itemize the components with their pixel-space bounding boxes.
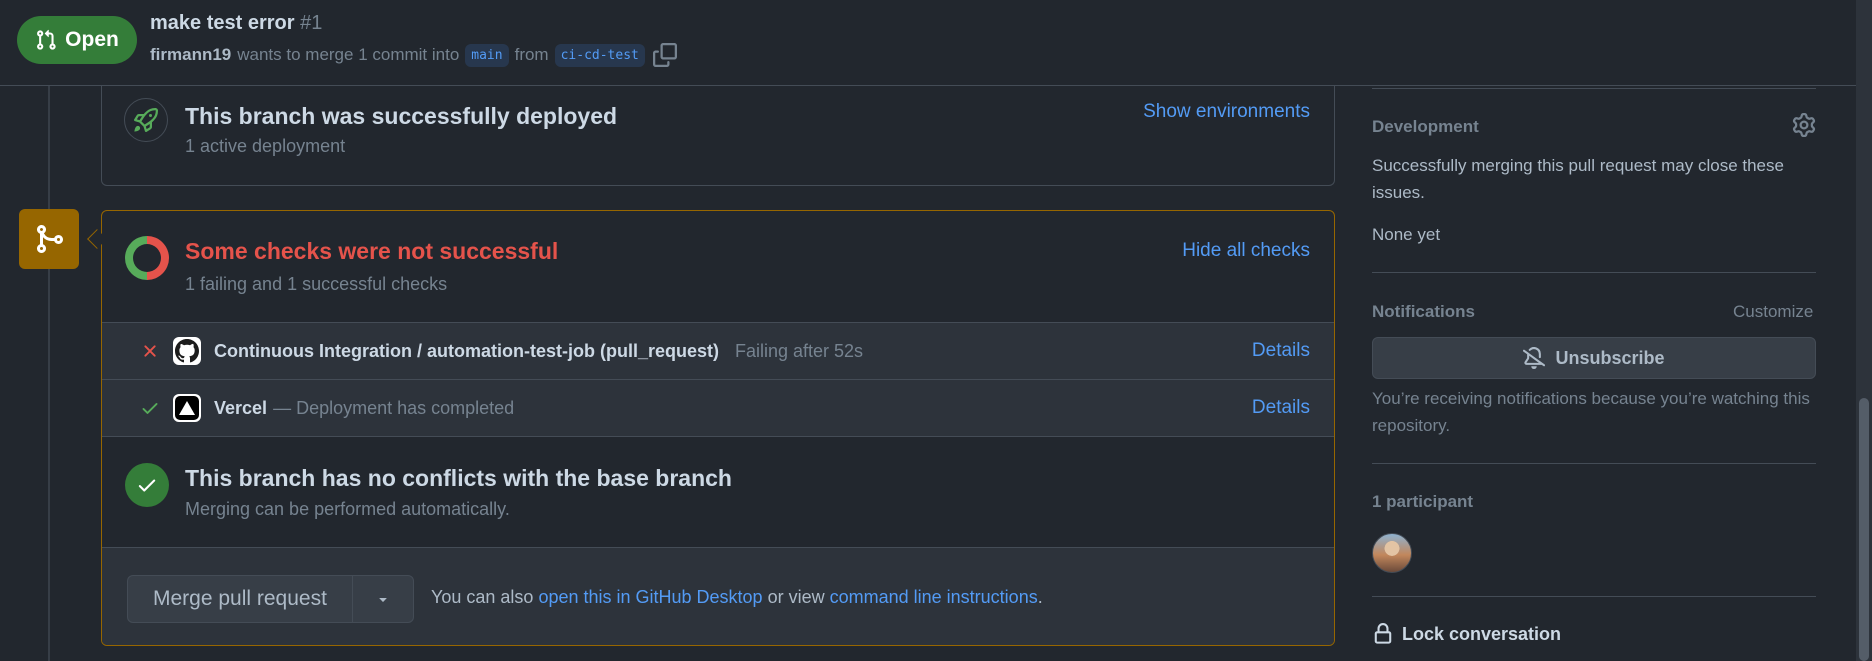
development-empty: None yet bbox=[1372, 225, 1441, 244]
development-description: Successfully merging this pull request m… bbox=[1372, 156, 1784, 202]
timeline-line bbox=[48, 86, 50, 661]
x-icon bbox=[133, 341, 167, 361]
gear-icon[interactable] bbox=[1792, 113, 1816, 137]
command-line-instructions-link[interactable]: command line instructions bbox=[830, 587, 1038, 607]
git-pull-request-icon bbox=[37, 29, 56, 50]
hide-all-checks-link[interactable]: Hide all checks bbox=[1182, 240, 1310, 262]
merge-hint-suffix: . bbox=[1037, 587, 1043, 607]
no-conflicts-title: This branch has no conflicts with the ba… bbox=[185, 465, 732, 491]
git-merge-status-icon bbox=[19, 209, 79, 269]
check-row-ci: Continuous Integration / automation-test… bbox=[102, 322, 1334, 379]
check-row-vercel: Vercel — Deployment has completed Detail… bbox=[102, 379, 1334, 436]
base-branch-label[interactable]: main bbox=[465, 43, 509, 67]
participant-avatar[interactable] bbox=[1372, 533, 1412, 573]
bell-slash-icon bbox=[1523, 347, 1546, 369]
deployment-subtitle: 1 active deployment bbox=[185, 136, 346, 156]
checks-subtitle: 1 failing and 1 successful checks bbox=[185, 274, 448, 294]
pr-title-text: make test error bbox=[150, 12, 295, 34]
pr-meta: firmann19 wants to merge 1 commit into m… bbox=[150, 43, 677, 67]
unsubscribe-button[interactable]: Unsubscribe bbox=[1372, 337, 1816, 379]
deployment-box: This branch was successfully deployed 1 … bbox=[101, 86, 1335, 186]
lock-conversation-label: Lock conversation bbox=[1402, 623, 1562, 644]
check-name: Continuous Integration / automation-test… bbox=[214, 340, 719, 361]
pr-state-label: Open bbox=[65, 28, 119, 51]
merge-options-dropdown[interactable] bbox=[353, 576, 413, 622]
merge-actions: Merge pull request You can also open thi… bbox=[102, 547, 1334, 645]
pr-author-link[interactable]: firmann19 bbox=[150, 45, 231, 65]
deployment-title: This branch was successfully deployed bbox=[185, 103, 618, 129]
customize-notifications-link[interactable]: Customize bbox=[1733, 302, 1813, 322]
check-details-link[interactable]: Details bbox=[1252, 397, 1310, 419]
sidebar-divider bbox=[1372, 272, 1816, 273]
check-description: — Deployment has completed bbox=[273, 397, 515, 418]
vercel-icon bbox=[173, 394, 201, 422]
pr-merge-text: wants to merge 1 commit into bbox=[237, 45, 460, 64]
head-branch-label[interactable]: ci-cd-test bbox=[554, 43, 645, 67]
checks-title: Some checks were not successful bbox=[185, 238, 559, 264]
no-conflicts-section: This branch has no conflicts with the ba… bbox=[102, 436, 1334, 547]
sidebar-divider bbox=[1372, 88, 1816, 89]
check-name: Vercel bbox=[214, 397, 268, 418]
unsubscribe-label: Unsubscribe bbox=[1555, 347, 1665, 368]
rocket-icon bbox=[124, 98, 168, 142]
merge-hint-prefix: You can also bbox=[431, 587, 534, 607]
pr-number: #1 bbox=[300, 12, 323, 34]
sidebar-divider bbox=[1372, 596, 1816, 597]
show-environments-link[interactable]: Show environments bbox=[1143, 101, 1310, 123]
pr-sticky-header: Open make test error #1 firmann19 wants … bbox=[0, 0, 1856, 86]
check-details-link[interactable]: Details bbox=[1252, 340, 1310, 362]
merge-button-group: Merge pull request bbox=[127, 575, 414, 623]
notifications-heading: Notifications bbox=[1372, 302, 1475, 321]
copy-icon[interactable] bbox=[652, 43, 677, 67]
merge-hint-mid: or view bbox=[767, 587, 825, 607]
pr-from-text: from bbox=[514, 45, 549, 64]
page-scrollbar[interactable] bbox=[1856, 0, 1872, 661]
notification-reason: You’re receiving notifications because y… bbox=[1372, 389, 1810, 435]
github-icon bbox=[173, 337, 201, 365]
participants-heading: 1 participant bbox=[1372, 492, 1474, 511]
development-heading[interactable]: Development bbox=[1372, 117, 1479, 137]
checks-status-ring-icon bbox=[125, 236, 169, 280]
lock-conversation-button[interactable]: Lock conversation bbox=[1372, 623, 1561, 645]
check-description: Failing after 52s bbox=[734, 340, 864, 361]
sidebar-divider bbox=[1372, 463, 1816, 464]
merge-hint: You can also open this in GitHub Desktop… bbox=[431, 587, 1043, 608]
check-icon bbox=[133, 398, 167, 418]
pr-title: make test error #1 bbox=[150, 12, 322, 35]
no-conflicts-subtitle: Merging can be performed automatically. bbox=[185, 499, 510, 519]
check-circle-icon bbox=[125, 463, 169, 507]
merge-pull-request-button[interactable]: Merge pull request bbox=[128, 576, 353, 622]
github-desktop-link[interactable]: open this in GitHub Desktop bbox=[538, 587, 762, 607]
merge-box: Some checks were not successful 1 failin… bbox=[101, 210, 1335, 646]
lock-icon bbox=[1374, 623, 1392, 644]
triangle-down-icon bbox=[379, 598, 387, 602]
pr-state-badge: Open bbox=[17, 16, 137, 64]
scrollbar-thumb[interactable] bbox=[1859, 398, 1869, 661]
